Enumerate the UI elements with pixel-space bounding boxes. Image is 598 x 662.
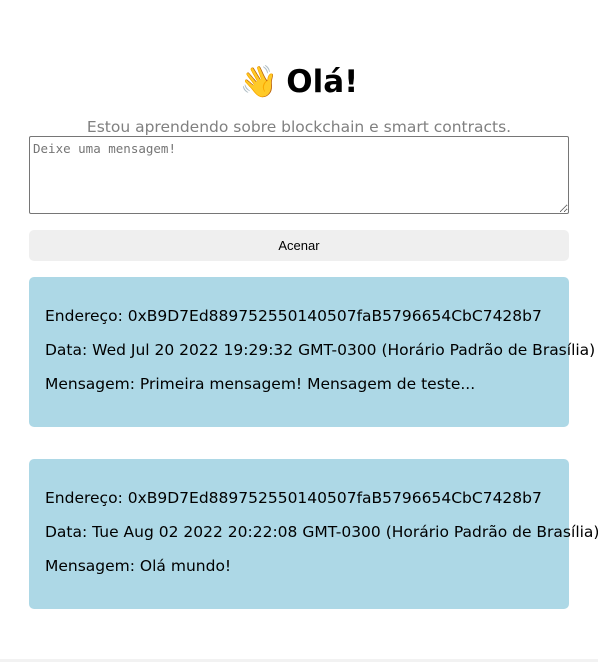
wave-message: Mensagem: Primeira mensagem! Mensagem de… xyxy=(45,375,476,393)
wave-card: Endereço: 0xB9D7Ed889752550140507faB5796… xyxy=(29,277,596,427)
waving-hand-icon: 👋 xyxy=(239,64,279,100)
wave-date: Data: Tue Aug 02 2022 20:22:08 GMT-0300 … xyxy=(45,523,598,541)
page-title-text: Olá! xyxy=(286,64,359,100)
wave-card: Endereço: 0xB9D7Ed889752550140507faB5796… xyxy=(29,459,598,609)
wave-address: Endereço: 0xB9D7Ed889752550140507faB5796… xyxy=(45,307,542,325)
wave-button[interactable]: Acenar xyxy=(29,230,569,261)
wave-message: Mensagem: Olá mundo! xyxy=(45,557,232,575)
wave-date: Data: Wed Jul 20 2022 19:29:32 GMT-0300 … xyxy=(45,341,596,359)
message-input[interactable] xyxy=(29,136,569,214)
page-title: 👋 Olá! xyxy=(29,62,569,102)
bio-text: Estou aprendendo sobre blockchain e smar… xyxy=(86,118,512,136)
wave-address: Endereço: 0xB9D7Ed889752550140507faB5796… xyxy=(45,489,542,507)
